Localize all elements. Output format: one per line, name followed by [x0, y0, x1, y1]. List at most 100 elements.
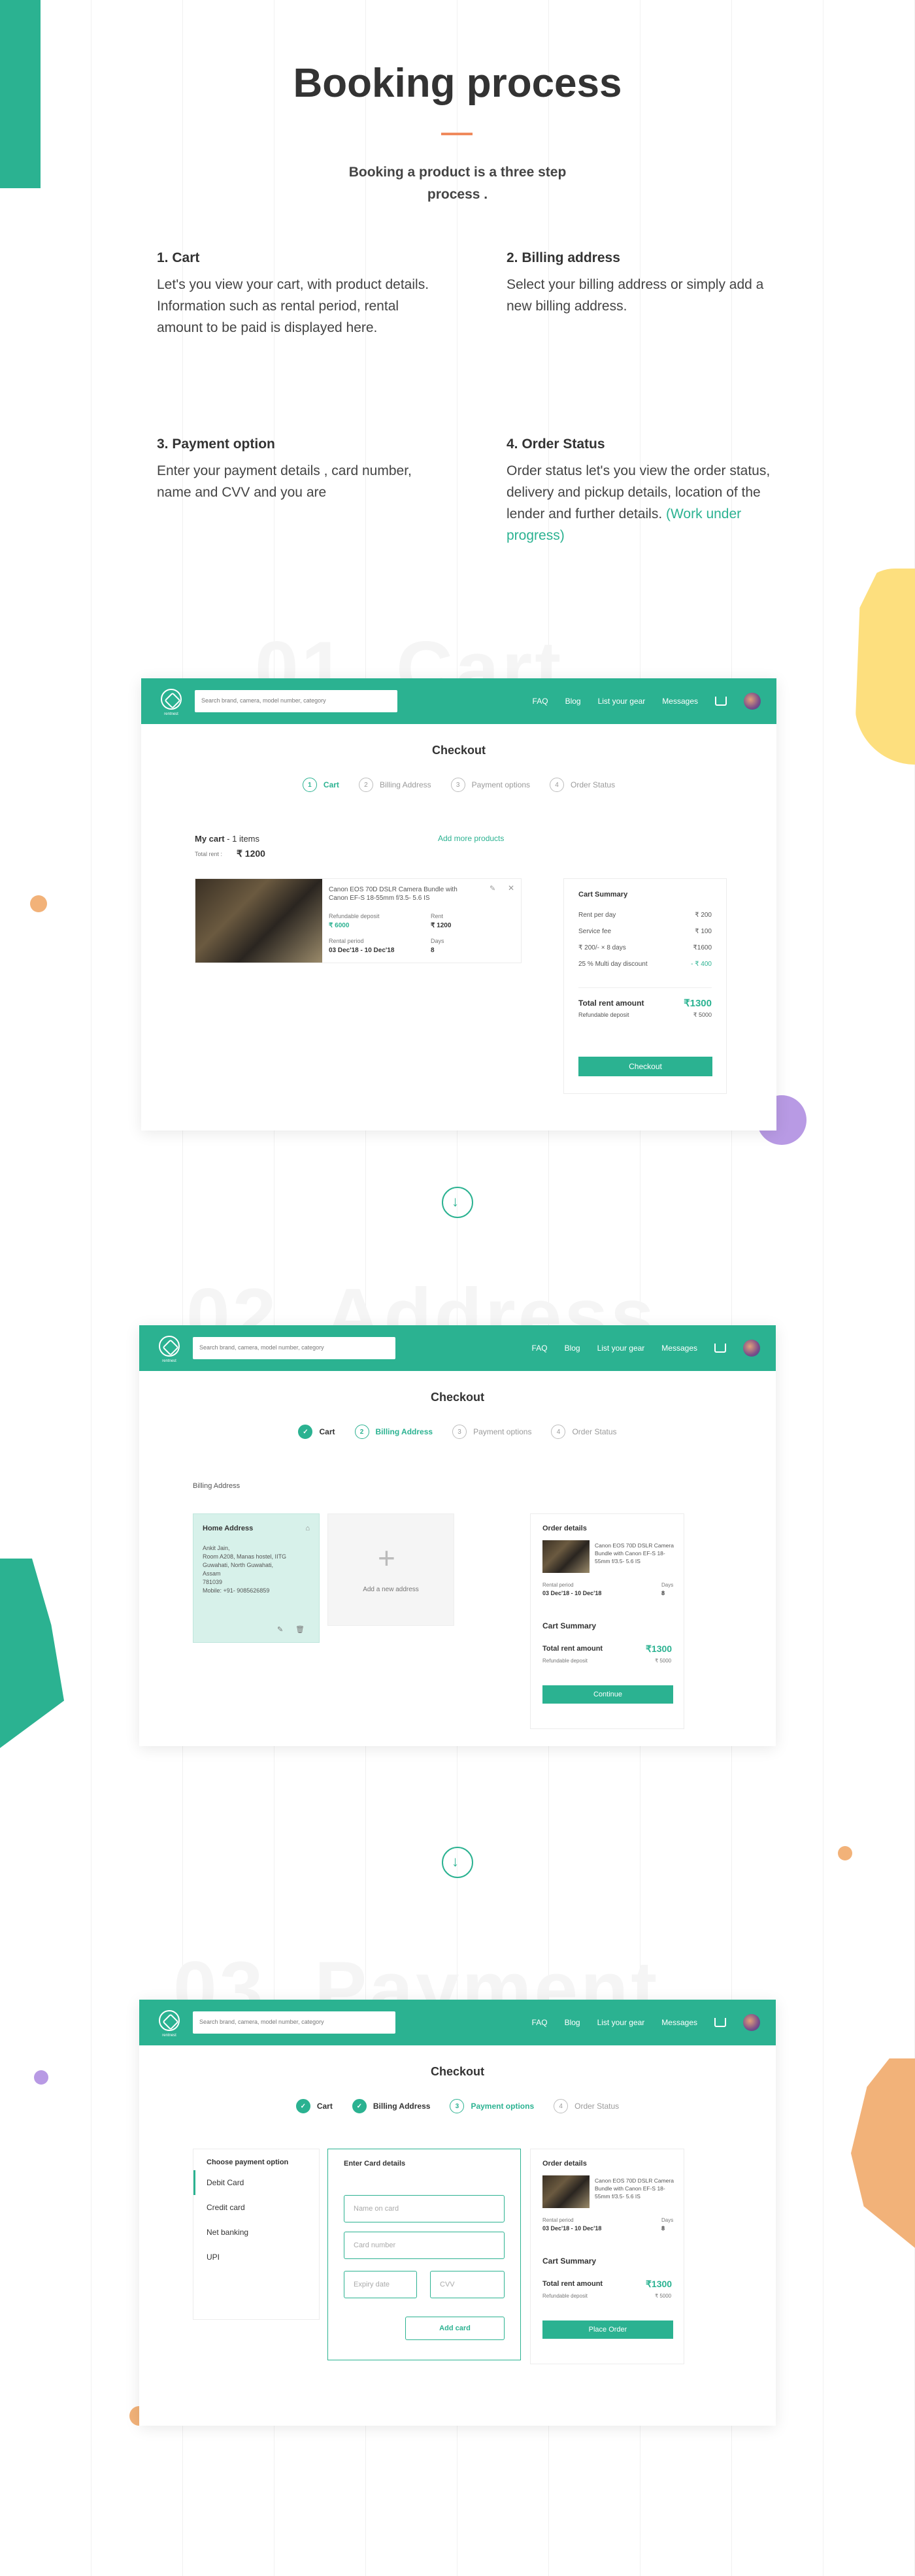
period-label: Rental period	[542, 2217, 574, 2223]
payment-options-title: Choose payment option	[207, 2158, 289, 2166]
nav-messages[interactable]: Messages	[662, 697, 698, 706]
checkout-title: Checkout	[430, 2065, 484, 2078]
card-number-field[interactable]: Card number	[344, 2232, 505, 2259]
nav-list-gear[interactable]: List your gear	[597, 2018, 645, 2027]
stepper-cart[interactable]: ✓ Cart	[295, 2099, 333, 2113]
summary-row-label: Service fee	[578, 928, 612, 935]
check-icon: ✓	[295, 2099, 310, 2113]
plus-icon: +	[378, 1541, 395, 1575]
arrow-down-icon: ↓	[442, 1847, 473, 1878]
step-label: Order Status	[571, 780, 616, 789]
stepper-billing[interactable]: ✓ Billing Address	[352, 2099, 430, 2113]
checkout-button[interactable]: Checkout	[578, 1057, 712, 1076]
decor-green-blob	[0, 1559, 64, 1748]
cart-screen: rentnest Search brand, camera, model num…	[141, 678, 776, 1131]
nav-messages[interactable]: Messages	[661, 2018, 697, 2027]
delete-icon[interactable]: 🗑	[295, 1625, 305, 1634]
cart-icon[interactable]	[715, 697, 727, 706]
stepper-payment[interactable]: 3 Payment options	[452, 1425, 531, 1439]
logo-icon[interactable]	[159, 1336, 180, 1357]
payment-option-debit[interactable]: Debit Card	[193, 2170, 319, 2195]
stepper-payment[interactable]: 3 Payment options	[450, 2099, 534, 2113]
nav-blog[interactable]: Blog	[565, 697, 581, 706]
cart-icon[interactable]	[714, 1344, 726, 1353]
payment-option-credit[interactable]: Credit card	[193, 2195, 319, 2220]
nav-faq[interactable]: FAQ	[532, 1344, 548, 1353]
cart-icon[interactable]	[714, 2018, 726, 2027]
nav-blog[interactable]: Blog	[565, 2018, 580, 2027]
search-input[interactable]: Search brand, camera, model number, cate…	[193, 1337, 395, 1359]
continue-button[interactable]: Continue	[542, 1685, 673, 1704]
stepper-order-status[interactable]: 4 Order Status	[551, 1425, 617, 1439]
step-number: 4	[550, 778, 565, 792]
stepper-billing[interactable]: 2 Billing Address	[354, 1425, 433, 1439]
address-line: Mobile: +91- 9085626859	[203, 1587, 270, 1594]
product-name: Canon EOS 70D DSLR Camera Bundle with Ca…	[329, 886, 458, 902]
search-input[interactable]: Search brand, camera, model number, cate…	[195, 690, 397, 712]
step-label: Billing Address	[375, 1427, 433, 1436]
stepper-billing[interactable]: 2 Billing Address	[358, 778, 431, 792]
logo-icon[interactable]	[159, 2010, 180, 2031]
total-value: ₹1300	[646, 1643, 673, 1654]
cvv-field[interactable]: CVV	[430, 2271, 505, 2298]
payment-screen: rentnest Search brand, camera, model num…	[139, 2000, 776, 2426]
stepper-payment[interactable]: 3 Payment options	[450, 778, 531, 792]
total-row: Total rent amount ₹1300	[578, 987, 712, 1009]
avatar[interactable]	[743, 2014, 760, 2031]
period-label: Rental period	[542, 1582, 574, 1588]
step-number: 3	[450, 2099, 465, 2113]
name-on-card-field[interactable]: Name on card	[344, 2195, 505, 2222]
nav-list-gear[interactable]: List your gear	[598, 697, 646, 706]
summary-row-value: ₹1600	[693, 944, 712, 951]
avatar[interactable]	[743, 1340, 760, 1357]
step-number: 3	[450, 778, 465, 792]
edit-icon[interactable]: ✎	[277, 1625, 283, 1634]
logo-icon[interactable]	[161, 689, 182, 710]
days-value: 8	[661, 1590, 665, 1596]
decor-orange-dot	[838, 1846, 852, 1860]
step-cart: 1. Cart Let's you view your cart, with p…	[157, 250, 438, 339]
total-label: Total rent amount	[542, 2280, 603, 2288]
cart-items-count: - 1 items	[227, 834, 259, 844]
step-label: Billing Address	[379, 780, 431, 789]
nav-messages[interactable]: Messages	[661, 1344, 697, 1353]
payment-option-netbanking[interactable]: Net banking	[193, 2220, 319, 2245]
total-rent-value: ₹ 1200	[237, 848, 265, 859]
add-more-products-link[interactable]: Add more products	[438, 834, 504, 843]
step-label: Payment options	[471, 780, 531, 789]
nav-blog[interactable]: Blog	[565, 1344, 580, 1353]
period-value: 03 Dec'18 - 10 Dec'18	[329, 947, 395, 954]
cart-summary-title: Cart Summary	[542, 2256, 597, 2266]
address-screen: rentnest Search brand, camera, model num…	[139, 1325, 776, 1746]
address-line: Room A208, Manas hostel, IITG	[203, 1553, 287, 1560]
stepper-cart[interactable]: 1 Cart	[302, 778, 339, 792]
payment-option-upi[interactable]: UPI	[193, 2245, 319, 2270]
expiry-date-field[interactable]: Expiry date	[344, 2271, 417, 2298]
decor-yellow-blob	[855, 569, 915, 765]
add-address-card[interactable]: + Add a new address	[327, 1513, 454, 1626]
nav-faq[interactable]: FAQ	[532, 2018, 548, 2027]
billing-address-label: Billing Address	[193, 1482, 241, 1490]
summary-row-label: 25 % Multi day discount	[578, 961, 648, 968]
check-icon: ✓	[352, 2099, 367, 2113]
deposit-value: ₹ 5000	[693, 1012, 712, 1018]
avatar[interactable]	[744, 693, 761, 710]
page-title: Booking process	[293, 61, 622, 106]
edit-icon[interactable]: ✎	[490, 884, 495, 893]
step-title: 1. Cart	[157, 250, 200, 265]
decor-purple-dot	[34, 2070, 48, 2085]
search-input[interactable]: Search brand, camera, model number, cate…	[193, 2011, 395, 2034]
stepper-order-status[interactable]: 4 Order Status	[550, 778, 615, 792]
close-icon[interactable]: ✕	[508, 883, 514, 893]
nav-faq[interactable]: FAQ	[533, 697, 548, 706]
step-number: 2	[354, 1425, 369, 1439]
nav-list-gear[interactable]: List your gear	[597, 1344, 645, 1353]
order-details-title: Order details	[542, 1525, 587, 1532]
home-address-card[interactable]: Home Address ⌂ Ankit Jain, Room A208, Man…	[193, 1513, 320, 1643]
step-text: Enter your payment details , card number…	[157, 463, 412, 500]
add-card-button[interactable]: Add card	[405, 2317, 505, 2340]
stepper-cart[interactable]: ✓ Cart	[298, 1425, 335, 1439]
page-subtitle: Booking a product is a three step proces…	[348, 165, 567, 202]
place-order-button[interactable]: Place Order	[542, 2320, 673, 2339]
stepper-order-status[interactable]: 4 Order Status	[554, 2099, 619, 2113]
